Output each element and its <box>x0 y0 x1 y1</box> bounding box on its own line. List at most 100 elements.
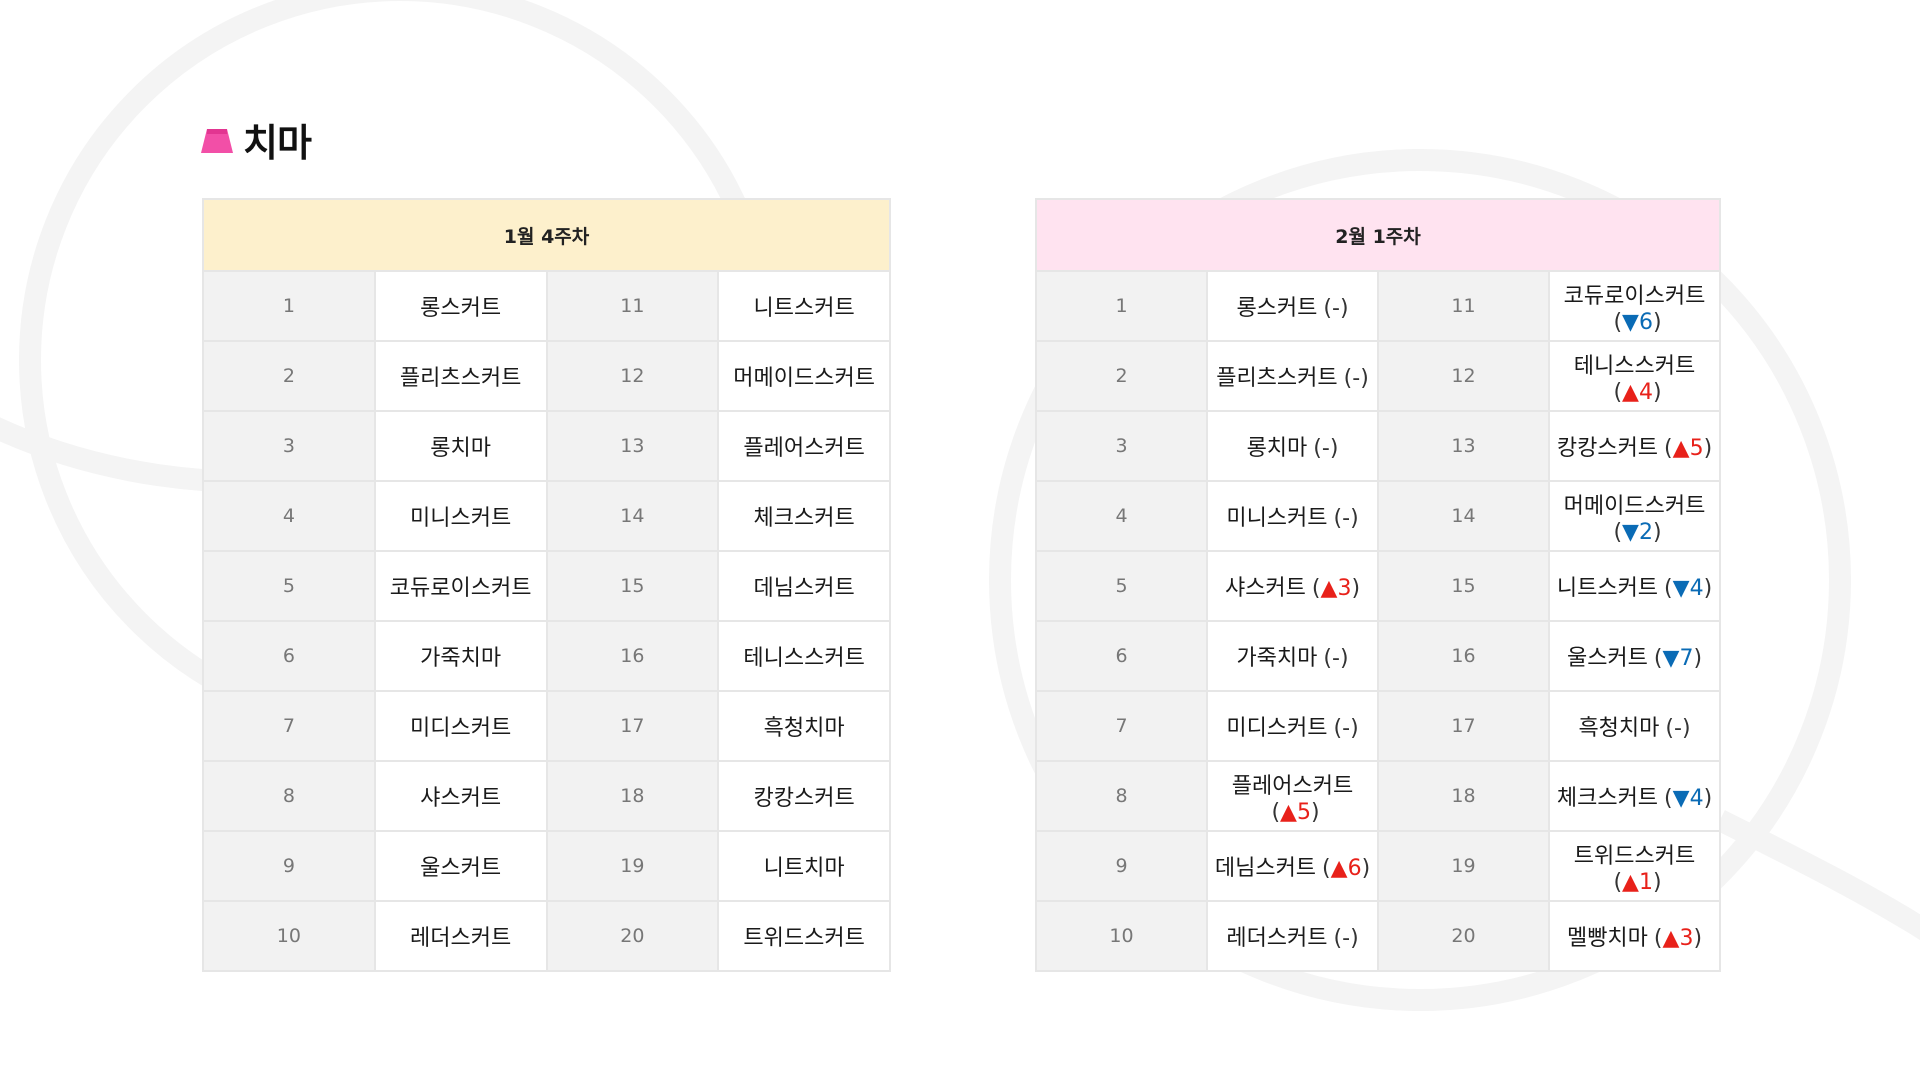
item-name-cell: 흑청치마 (-) <box>1548 690 1721 762</box>
item-name: 미디스커트 <box>410 716 512 741</box>
table-row: 6 가죽치마 16 테니스스커트 <box>202 620 891 692</box>
item-name-cell: 롱스커트 <box>373 270 548 342</box>
item-name: 니트스커트 <box>753 296 855 321</box>
rank-change-value: - <box>1332 646 1340 671</box>
up-triangle-icon: ▲ <box>1280 799 1297 825</box>
item-name-cell: 트위드스커트(▲1) <box>1548 830 1721 902</box>
item-name: 테니스스커트 <box>1573 353 1696 379</box>
rank-change: (▼4) <box>1664 786 1713 811</box>
page-title: 치마 <box>243 121 312 165</box>
item-name-cell: 플리츠스커트 <box>373 340 548 412</box>
item-name-cell: 데님스커트 (▲6) <box>1206 830 1379 902</box>
rank-change-value: - <box>1342 926 1351 951</box>
rank-number: 12 <box>545 340 720 412</box>
rank-number: 20 <box>1377 900 1550 972</box>
rank-change: (▲3) <box>1653 926 1703 951</box>
rank-number: 10 <box>1035 900 1208 972</box>
rank-number: 9 <box>1035 830 1208 902</box>
item-name: 코듀로이스커트 <box>389 576 532 601</box>
item-name: 흑청치마 <box>1578 716 1660 741</box>
rank-change: (-) <box>1665 716 1691 741</box>
table-row: 9 데님스커트 (▲6) 19 트위드스커트(▲1) <box>1035 830 1721 902</box>
rank-number: 19 <box>1377 830 1550 902</box>
table-row: 4 미니스커트 14 체크스커트 <box>202 480 891 552</box>
table-row: 7 미디스커트 17 흑청치마 <box>202 690 891 762</box>
rank-number: 4 <box>202 480 376 552</box>
rank-number: 5 <box>202 550 376 622</box>
item-name-cell: 멜빵치마 (▲3) <box>1548 900 1721 972</box>
rank-number: 15 <box>545 550 720 622</box>
rank-number: 19 <box>545 830 720 902</box>
item-name: 테니스스커트 <box>743 646 865 671</box>
table-row: 4 미니스커트 (-) 14 머메이드스커트(▼2) <box>1035 480 1721 552</box>
down-triangle-icon: ▼ <box>1662 646 1680 671</box>
rank-number: 11 <box>545 270 720 342</box>
item-name-cell: 코듀로이스커트(▼6) <box>1548 270 1721 342</box>
item-name: 머메이드스커트 <box>1563 493 1706 519</box>
rank-number: 5 <box>1035 550 1208 622</box>
table-row: 5 샤스커트 (▲3) 15 니트스커트 (▼4) <box>1035 550 1721 622</box>
table-row: 2 플리츠스커트 (-) 12 테니스스커트(▲4) <box>1035 340 1721 412</box>
item-name-cell: 머메이드스커트(▼2) <box>1548 480 1721 552</box>
item-name-cell: 니트스커트 (▼4) <box>1548 550 1721 622</box>
rank-change: (▲5) <box>1664 436 1713 461</box>
up-triangle-icon: ▲ <box>1672 436 1690 461</box>
up-triangle-icon: ▲ <box>1622 379 1639 405</box>
item-name-cell: 미디스커트 (-) <box>1206 690 1379 762</box>
item-name: 체크스커트 <box>753 506 855 531</box>
rank-number: 20 <box>545 900 720 972</box>
down-triangle-icon: ▼ <box>1622 519 1639 545</box>
rank-number: 13 <box>545 410 720 482</box>
rank-number: 1 <box>202 270 376 342</box>
rank-change-value: 6 <box>1638 309 1653 335</box>
rank-change-value: 2 <box>1638 519 1653 545</box>
table-row: 3 롱치마 13 플레어스커트 <box>202 410 891 482</box>
item-name: 울스커트 <box>1566 646 1648 671</box>
rank-number: 14 <box>1377 480 1550 552</box>
table-row: 10 레더스커트 20 트위드스커트 <box>202 900 891 972</box>
up-triangle-icon: ▲ <box>1622 869 1639 895</box>
item-name-cell: 울스커트 <box>373 830 548 902</box>
rank-change-value: 7 <box>1679 646 1694 671</box>
rank-change-value: - <box>1342 506 1351 531</box>
table-row: 6 가죽치마 (-) 16 울스커트 (▼7) <box>1035 620 1721 692</box>
item-name: 플리츠스커트 <box>1216 366 1338 391</box>
rank-change-value: 5 <box>1689 436 1704 461</box>
rank-change-value: - <box>1352 366 1361 391</box>
item-name-cell: 테니스스커트(▲4) <box>1548 340 1721 412</box>
rank-change: (-) <box>1333 716 1359 741</box>
rank-number: 17 <box>545 690 720 762</box>
item-name: 플리츠스커트 <box>399 366 522 391</box>
table-body: 1 롱스커트 11 니트스커트 2 플리츠스커트 12 머메이드스커트 3 롱치마 13 플레어스커트… <box>202 270 891 972</box>
rank-change: (▲1) <box>1613 869 1662 895</box>
rank-change-value: 1 <box>1638 869 1653 895</box>
ranking-table-week-feb1: 2월 1주차 1 롱스커트 (-) 11 코듀로이스커트(▼6) 2 플리츠스커트 (-) 12… <box>1035 198 1721 972</box>
item-name-cell: 롱스커트 (-) <box>1206 270 1379 342</box>
rank-change-value: 3 <box>1679 926 1694 951</box>
item-name-cell: 미니스커트 (-) <box>1206 480 1379 552</box>
item-name-cell: 가죽치마 (-) <box>1206 620 1379 692</box>
rank-number: 8 <box>1035 760 1208 832</box>
item-name: 플레어스커트 <box>743 436 865 461</box>
rank-number: 2 <box>202 340 376 412</box>
item-name-cell: 롱치마 <box>373 410 548 482</box>
table-header: 2월 1주차 <box>1035 198 1721 272</box>
rank-number: 7 <box>202 690 376 762</box>
rank-change-value: 4 <box>1689 576 1704 601</box>
rank-change: (▲6) <box>1322 856 1371 881</box>
item-name-cell: 미디스커트 <box>373 690 548 762</box>
item-name-cell: 가죽치마 <box>373 620 548 692</box>
down-triangle-icon: ▼ <box>1672 786 1690 811</box>
item-name: 니트스커트 <box>1556 576 1659 601</box>
item-name: 샤스커트 <box>420 786 502 811</box>
item-name-cell: 체크스커트 <box>717 480 891 552</box>
skirt-icon <box>201 128 233 153</box>
rank-change: (▼2) <box>1613 519 1662 545</box>
item-name-cell: 흑청치마 <box>717 690 891 762</box>
rank-number: 12 <box>1377 340 1550 412</box>
rank-change: (-) <box>1323 296 1349 321</box>
item-name-cell: 테니스스커트 <box>717 620 891 692</box>
item-name-cell: 트위드스커트 <box>717 900 891 972</box>
rank-number: 3 <box>1035 410 1208 482</box>
item-name: 미디스커트 <box>1226 716 1328 741</box>
